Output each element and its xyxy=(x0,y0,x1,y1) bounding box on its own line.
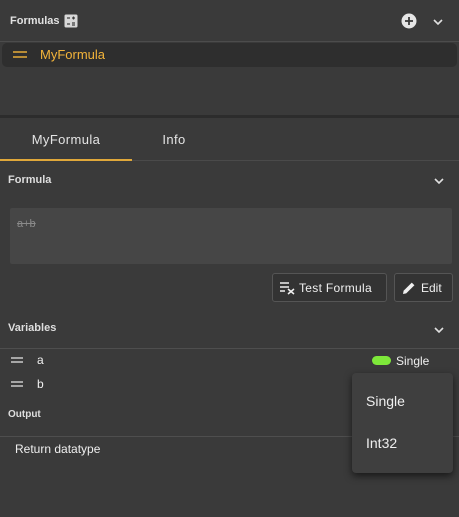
variable-row[interactable]: a Single xyxy=(0,350,459,372)
drag-handle-icon[interactable] xyxy=(13,51,27,58)
variable-name: a xyxy=(37,353,44,367)
variables-divider xyxy=(0,348,459,349)
drag-handle-icon[interactable] xyxy=(11,357,23,363)
formulas-panel: Formulas MyFormula xyxy=(0,0,459,118)
dropdown-option-single[interactable]: Single xyxy=(352,380,453,422)
formulas-collapse-chevron-icon[interactable] xyxy=(432,16,444,28)
dropdown-option-int32[interactable]: Int32 xyxy=(352,422,453,464)
variables-section-label: Variables xyxy=(8,322,57,334)
edit-label: Edit xyxy=(421,281,442,295)
tab-info[interactable]: Info xyxy=(132,121,216,161)
formula-list-item[interactable]: MyFormula xyxy=(2,43,457,67)
variables-collapse-chevron-icon[interactable] xyxy=(433,324,445,336)
type-color-indicator[interactable] xyxy=(372,356,391,365)
tab-bar: MyFormula Info xyxy=(0,121,459,161)
formulas-header: Formulas xyxy=(0,0,459,42)
test-list-icon xyxy=(280,282,295,295)
type-dropdown-menu: Single Int32 xyxy=(352,373,453,473)
tab-myformula[interactable]: MyFormula xyxy=(0,121,132,161)
return-datatype-label: Return datatype xyxy=(15,442,101,456)
drag-handle-icon[interactable] xyxy=(11,381,23,387)
add-circle-icon[interactable] xyxy=(401,13,417,29)
formula-expression: a+b xyxy=(17,218,36,230)
pencil-icon xyxy=(403,282,415,294)
variable-type-select[interactable]: Single xyxy=(396,354,429,368)
variable-name: b xyxy=(37,377,44,391)
formula-editor[interactable]: a+b xyxy=(10,208,452,264)
test-formula-label: Test Formula xyxy=(299,281,372,295)
calculator-icon[interactable] xyxy=(64,14,78,28)
formula-collapse-chevron-icon[interactable] xyxy=(433,175,445,187)
output-section-label: Output xyxy=(8,409,41,420)
formula-section-label: Formula xyxy=(8,174,52,186)
formulas-title: Formulas xyxy=(10,15,60,27)
formula-item-label: MyFormula xyxy=(40,47,106,62)
test-formula-button[interactable]: Test Formula xyxy=(272,273,387,302)
edit-button[interactable]: Edit xyxy=(394,273,453,302)
